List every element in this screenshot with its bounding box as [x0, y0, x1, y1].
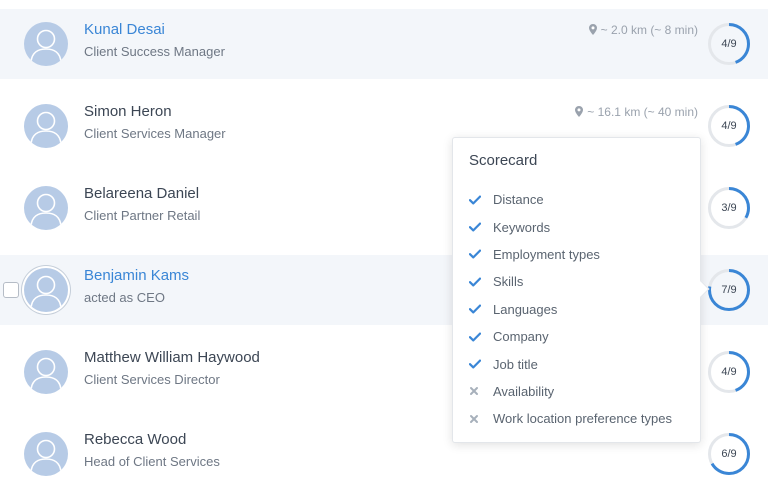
scorecard-criterion: Distance	[469, 186, 672, 213]
criterion-label: Keywords	[493, 219, 551, 235]
criterion-label: Company	[493, 329, 549, 345]
criterion-label: Distance	[493, 192, 544, 208]
candidate-name: Simon Heron	[84, 103, 172, 120]
score-ring[interactable]: 6/9	[707, 432, 751, 476]
candidate-row[interactable]: Kunal Desai Client Success Manager ~ 2.0 …	[0, 9, 768, 79]
candidate-title: Client Partner Retail	[84, 208, 201, 223]
candidate-title: Client Success Manager	[84, 44, 225, 59]
criterion-label: Languages	[493, 301, 558, 317]
check-icon	[469, 195, 493, 205]
distance-text: ~ 2.0 km (~ 8 min)	[600, 23, 698, 37]
score-ring[interactable]: 7/9	[707, 268, 751, 312]
x-icon	[469, 414, 493, 424]
check-icon	[469, 359, 493, 369]
candidate-name[interactable]: Benjamin Kams	[84, 267, 189, 284]
candidate-name: Belareena Daniel	[84, 185, 200, 202]
map-pin-icon	[588, 24, 597, 35]
scorecard-criterion: Work location preference types	[469, 405, 672, 432]
criterion-label: Availability	[493, 383, 555, 399]
criterion-label: Employment types	[493, 246, 600, 262]
avatar-icon[interactable]	[24, 350, 68, 394]
check-icon	[469, 332, 493, 342]
check-icon	[469, 304, 493, 314]
score-label: 6/9	[721, 448, 737, 460]
candidate-title: Head of Client Services	[84, 454, 220, 469]
score-label: 4/9	[721, 120, 737, 132]
candidate-title: Client Services Manager	[84, 126, 226, 141]
score-label: 4/9	[721, 366, 737, 378]
candidate-title: Client Services Director	[84, 372, 220, 387]
avatar-icon[interactable]	[24, 268, 68, 312]
distance-label: ~ 2.0 km (~ 8 min)	[588, 23, 698, 37]
score-ring[interactable]: 4/9	[707, 350, 751, 394]
scorecard-criterion: Job title	[469, 350, 672, 377]
x-icon	[469, 386, 493, 396]
select-checkbox[interactable]	[3, 282, 19, 298]
scorecard-tooltip: Scorecard Distance Keywords Employment typ…	[452, 137, 710, 443]
distance-label: ~ 16.1 km (~ 40 min)	[575, 105, 698, 119]
avatar-icon[interactable]	[24, 186, 68, 230]
distance-text: ~ 16.1 km (~ 40 min)	[587, 105, 698, 119]
score-ring[interactable]: 4/9	[707, 104, 751, 148]
scorecard-criteria-list: Distance Keywords Employment types Skills La…	[469, 186, 672, 433]
map-pin-icon	[575, 106, 584, 117]
avatar-icon[interactable]	[24, 104, 68, 148]
scorecard-criterion: Keywords	[469, 213, 672, 240]
score-ring[interactable]: 3/9	[707, 186, 751, 230]
scorecard-title: Scorecard	[469, 152, 538, 169]
score-ring[interactable]: 4/9	[707, 22, 751, 66]
check-icon	[469, 249, 493, 259]
candidate-title: acted as CEO	[84, 290, 165, 305]
scorecard-criterion: Languages	[469, 296, 672, 323]
criterion-label: Job title	[493, 356, 538, 372]
scorecard-criterion: Availability	[469, 378, 672, 405]
criterion-label: Skills	[493, 274, 524, 290]
check-icon	[469, 277, 493, 287]
score-label: 7/9	[721, 284, 737, 296]
score-label: 3/9	[721, 202, 737, 214]
score-label: 4/9	[721, 38, 737, 50]
scorecard-criterion: Company	[469, 323, 672, 350]
avatar-icon[interactable]	[24, 432, 68, 476]
scorecard-criterion: Skills	[469, 268, 672, 295]
criterion-label: Work location preference types	[493, 411, 672, 427]
candidate-name[interactable]: Kunal Desai	[84, 21, 165, 38]
scorecard-criterion: Employment types	[469, 241, 672, 268]
check-icon	[469, 222, 493, 232]
candidate-name: Rebecca Wood	[84, 431, 187, 448]
candidate-name: Matthew William Haywood	[84, 349, 260, 366]
avatar-icon[interactable]	[24, 22, 68, 66]
